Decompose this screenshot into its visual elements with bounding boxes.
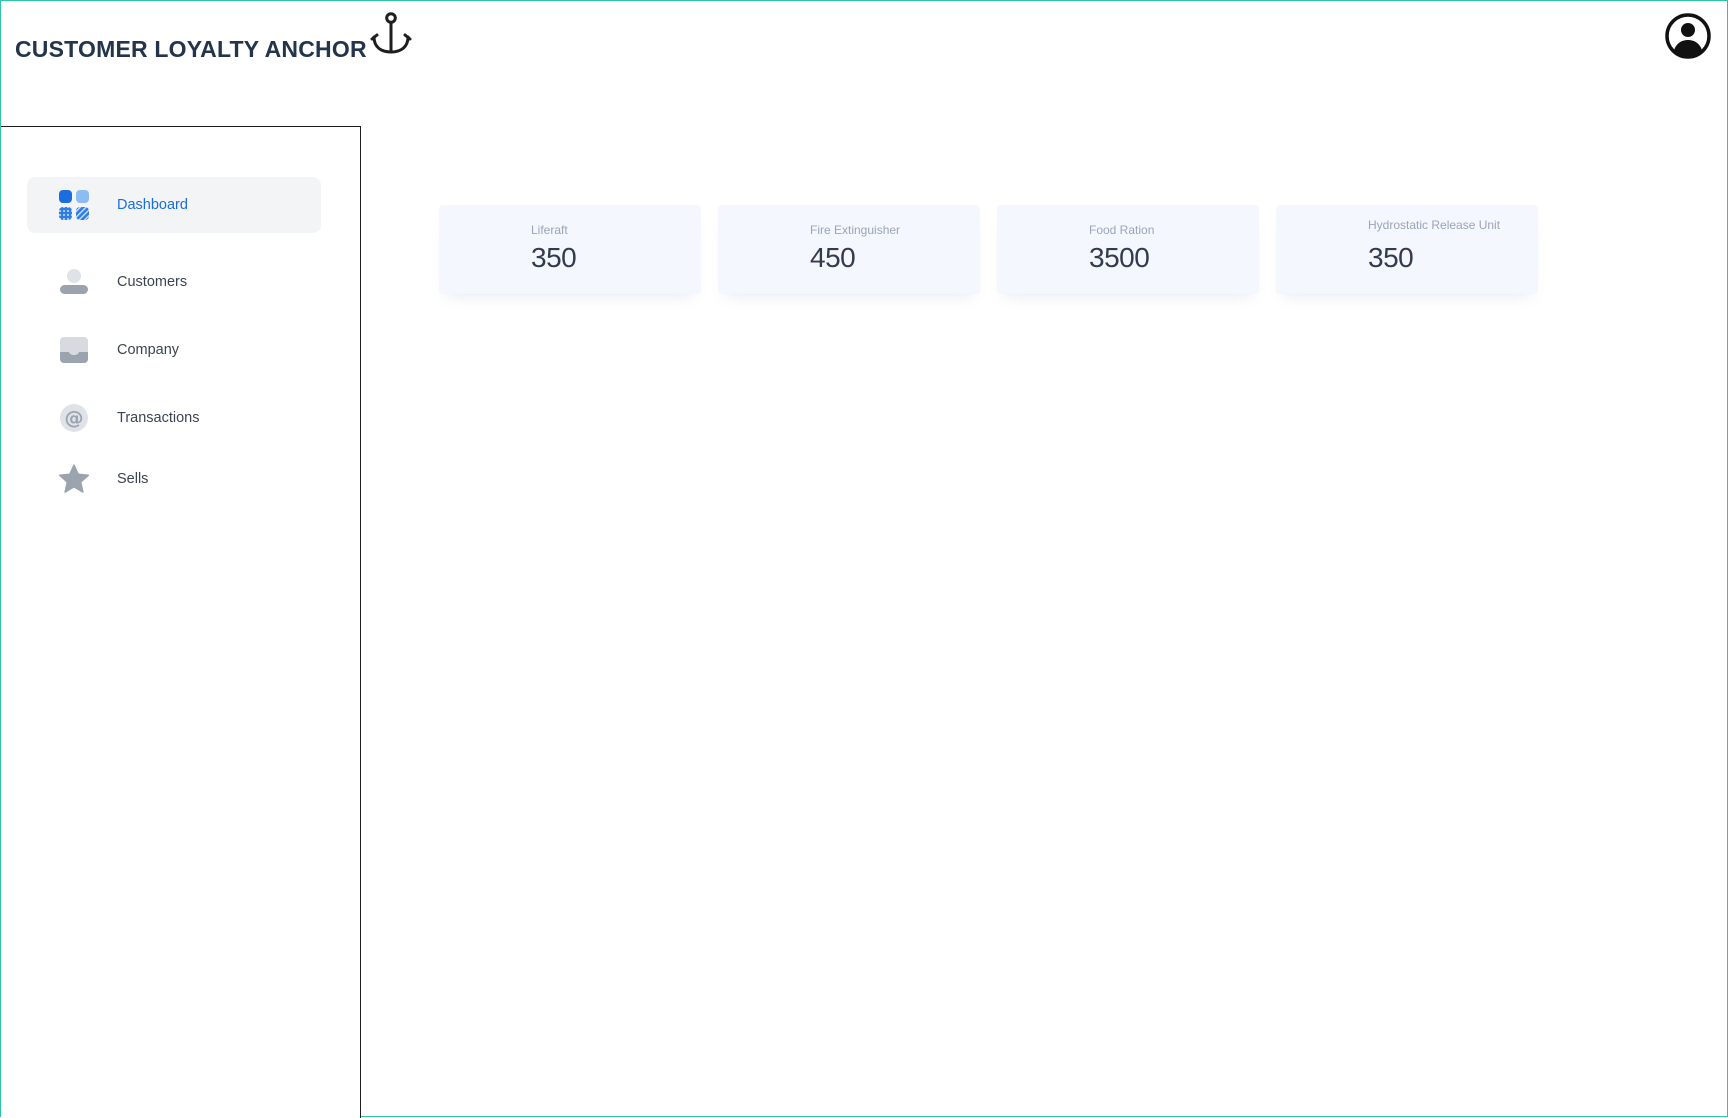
at-sign-icon: @ bbox=[58, 402, 90, 434]
stat-card-fire-extinguisher: Fire Extinguisher 450 bbox=[718, 205, 980, 294]
anchor-icon bbox=[370, 12, 412, 54]
inbox-icon bbox=[58, 334, 90, 366]
brand: CUSTOMER LOYALTY ANCHOR bbox=[15, 12, 417, 63]
stat-card-food-ration: Food Ration 3500 bbox=[997, 205, 1259, 294]
sidebar-item-label: Dashboard bbox=[117, 197, 188, 213]
stat-label: Hydrostatic Release Unit bbox=[1368, 218, 1501, 232]
stat-value: 350 bbox=[1368, 242, 1414, 273]
sidebar: Dashboard Customers Company @ Transactio… bbox=[1, 126, 361, 1118]
sidebar-item-customers[interactable]: Customers bbox=[27, 254, 321, 310]
stat-value: 3500 bbox=[1089, 242, 1150, 273]
stat-value: 450 bbox=[810, 242, 856, 273]
sidebar-item-label: Company bbox=[117, 342, 180, 358]
app-frame: CUSTOMER LOYALTY ANCHOR Dashboard Custom… bbox=[0, 0, 1728, 1118]
dashboard-grid-icon bbox=[58, 189, 90, 221]
sidebar-item-dashboard[interactable]: Dashboard bbox=[27, 177, 321, 233]
user-icon bbox=[58, 266, 90, 298]
stat-value: 350 bbox=[531, 242, 577, 273]
stat-label: Liferaft bbox=[531, 223, 568, 237]
stat-label: Food Ration bbox=[1089, 223, 1155, 237]
sidebar-item-company[interactable]: Company bbox=[27, 322, 321, 378]
sidebar-item-sells[interactable]: Sells bbox=[27, 451, 321, 507]
app-title: CUSTOMER LOYALTY ANCHOR bbox=[15, 36, 367, 62]
stat-card-hydrostatic-release-unit: Hydrostatic Release Unit 350 bbox=[1276, 205, 1538, 294]
stat-label: Fire Extinguisher bbox=[810, 223, 901, 237]
svg-text:@: @ bbox=[65, 407, 84, 429]
sidebar-item-transactions[interactable]: @ Transactions bbox=[27, 390, 321, 446]
sidebar-item-label: Customers bbox=[117, 274, 188, 290]
sidebar-item-label: Transactions bbox=[117, 410, 200, 426]
stat-card-liferaft: Liferaft 350 bbox=[439, 205, 701, 294]
user-circle-icon[interactable] bbox=[1663, 13, 1713, 59]
star-icon bbox=[58, 463, 90, 495]
sidebar-item-label: Sells bbox=[117, 471, 149, 487]
